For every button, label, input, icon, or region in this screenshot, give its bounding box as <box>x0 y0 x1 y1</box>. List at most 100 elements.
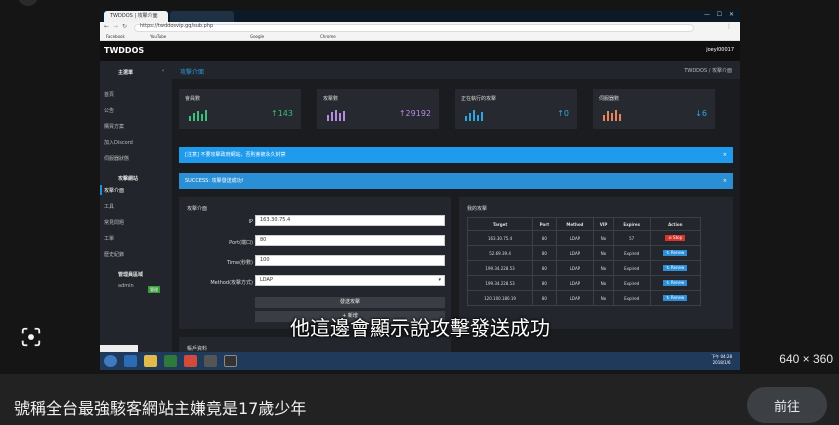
stat-value-number: 6 <box>701 109 707 118</box>
bar-graph-icon <box>189 109 211 121</box>
forward-icon[interactable]: → <box>113 23 118 30</box>
app-logo[interactable]: TWDDOS <box>104 46 144 55</box>
success-alert: SUCCESS: 攻擊發送成功! × <box>179 173 733 189</box>
ip-input[interactable]: 163.30.75.4 <box>255 215 445 226</box>
main-header: 攻擊介面 TWDDOS / 攻擊介面 <box>172 61 740 79</box>
app-icon[interactable] <box>184 355 197 367</box>
sidebar-heading-admin: 管理員區域 <box>118 272 144 278</box>
cell-vip: No <box>593 290 614 306</box>
running-attacks-panel: 我的攻擊 Target Port Method VIP Expires Acti… <box>459 197 733 329</box>
stat-value: ↑29192 <box>398 109 431 118</box>
sidebar-item-faq[interactable]: 常見問題 <box>104 219 124 226</box>
folder-icon[interactable] <box>144 355 157 367</box>
stat-value: ↓6 <box>695 109 707 118</box>
cell-expires: 57 <box>612 230 651 246</box>
port-input[interactable]: 80 <box>255 235 445 246</box>
column-header: VIP <box>593 217 614 231</box>
app-icon[interactable] <box>204 355 217 367</box>
bookmark-item[interactable]: YouTube <box>150 34 166 39</box>
terminal-icon[interactable] <box>224 355 237 367</box>
bookmark-item[interactable]: Google <box>250 34 264 39</box>
ie-icon[interactable] <box>124 355 137 367</box>
image-caption[interactable]: 號稱全台最強駭客網站主嫌竟是17歲少年 <box>14 395 306 419</box>
cell-target: 52.69.39.4 <box>466 245 534 261</box>
bookmark-item[interactable]: Chrome <box>320 34 336 39</box>
page-title: 攻擊介面 <box>180 69 205 76</box>
table-row: 199.34.228.53 80 LDAP No Expired ↻ Renew <box>466 260 702 276</box>
info-alert: [注意] 不要攻擊政府網站，否則會被永久封禁 × <box>179 147 733 163</box>
cell-port: 80 <box>532 290 557 306</box>
sidebar-item-home[interactable]: 首頁 <box>104 91 114 98</box>
admin-badge[interactable]: 管理 <box>148 286 160 293</box>
collapse-icon[interactable]: ‹ <box>162 68 164 74</box>
chrome-icon[interactable] <box>164 355 177 367</box>
stat-value: ↑0 <box>557 109 569 118</box>
cell-vip: No <box>593 260 614 276</box>
close-icon[interactable]: ✕ <box>729 11 734 18</box>
reload-icon[interactable]: ↻ <box>122 23 127 30</box>
stat-label: 攻擊數 <box>323 96 339 102</box>
stat-value-number: 0 <box>563 109 569 118</box>
cell-expires: Expired <box>612 260 651 276</box>
column-header: Port <box>532 217 557 231</box>
sidebar-heading-attack: 攻擊網站 <box>118 176 139 182</box>
screenshot-frame: TWDDOS | 攻擊介面 — ☐ ✕ ← → ↻ https://twddos… <box>100 10 740 370</box>
cell-target: 199.34.228.53 <box>466 260 534 276</box>
sidebar-item-tools[interactable]: 工具 <box>104 203 114 210</box>
system-clock[interactable]: 下午 04:28 2018/1/6 <box>711 354 732 366</box>
browser-tab-active[interactable]: TWDDOS | 攻擊介面 <box>104 11 168 22</box>
cell-port: 80 <box>532 230 557 246</box>
sidebar-item-admin[interactable]: admin <box>118 283 134 289</box>
close-icon[interactable]: × <box>723 147 727 163</box>
cell-method: LDAP <box>555 275 595 291</box>
active-indicator <box>100 185 102 195</box>
time-input[interactable]: 100 <box>255 255 445 266</box>
menu-icon[interactable]: ⋮ <box>726 23 732 30</box>
cell-action: ↻ Renew <box>649 275 702 291</box>
stat-value: ↑143 <box>271 109 293 118</box>
close-icon[interactable]: × <box>723 173 727 189</box>
renew-button[interactable]: ↻ Renew <box>663 280 688 286</box>
running-attacks-title: 我的攻擊 <box>467 206 488 212</box>
browser-tab-inactive[interactable] <box>170 11 234 22</box>
method-select-value: LDAP <box>260 277 273 283</box>
sidebar-item-server-status[interactable]: 伺服器狀態 <box>104 155 129 162</box>
sidebar-item-announcements[interactable]: 公告 <box>104 107 114 114</box>
stat-card: 會員數 ↑143 <box>179 89 301 129</box>
stat-card: 攻擊數 ↑29192 <box>317 89 439 129</box>
breadcrumb[interactable]: TWDDOS / 攻擊介面 <box>684 67 732 74</box>
renew-button[interactable]: ↻ Renew <box>663 265 688 271</box>
sidebar-item-purchase[interactable]: 購買方案 <box>104 123 124 130</box>
visit-button[interactable]: 前往 <box>747 387 827 423</box>
sidebar-item-attack[interactable]: 攻擊介面 <box>104 187 124 194</box>
start-icon[interactable] <box>104 355 117 367</box>
url-field[interactable] <box>134 24 694 32</box>
method-select[interactable]: LDAP ▾ <box>255 275 445 286</box>
sidebar-item-history[interactable]: 歷史紀錄 <box>104 251 124 258</box>
sidebar-heading-main: 主選單 <box>118 70 134 76</box>
bookmark-item[interactable]: Facebook <box>106 34 125 39</box>
maximize-icon[interactable]: ☐ <box>717 11 722 18</box>
ip-label: IP <box>248 219 254 225</box>
bookmarks-bar: Facebook YouTube Google Chrome <box>100 33 740 41</box>
stop-button[interactable]: ⊘ Stop <box>665 235 686 241</box>
video-subtitle: 他這邊會顯示說攻擊發送成功 <box>290 316 550 340</box>
sidebar-item-discord[interactable]: 加入Discord <box>104 139 133 146</box>
image-viewer: TWDDOS | 攻擊介面 — ☐ ✕ ← → ↻ https://twddos… <box>0 0 839 425</box>
viewer-top-decoration <box>18 0 38 6</box>
table-row: 120.100.180.19 80 LDAP No Expired ↻ Rene… <box>466 290 702 306</box>
back-icon[interactable]: ← <box>104 23 109 30</box>
bar-graph-icon <box>327 109 349 121</box>
taskbar-preview <box>100 345 138 352</box>
renew-button[interactable]: ↻ Renew <box>663 295 688 301</box>
renew-button[interactable]: ↻ Renew <box>663 250 688 256</box>
column-header: Expires <box>612 217 651 231</box>
minimize-icon[interactable]: — <box>704 11 710 18</box>
info-alert-text: [注意] 不要攻擊政府網站，否則會被永久封禁 <box>185 152 286 158</box>
bar-graph-icon <box>465 109 487 121</box>
lens-search-icon[interactable] <box>20 326 42 348</box>
sidebar-item-tickets[interactable]: 工單 <box>104 235 114 242</box>
user-name[interactable]: joeyl00017 <box>706 47 734 53</box>
send-attack-button[interactable]: 發送攻擊 <box>255 297 445 308</box>
renew-button-label: Renew <box>670 265 685 270</box>
